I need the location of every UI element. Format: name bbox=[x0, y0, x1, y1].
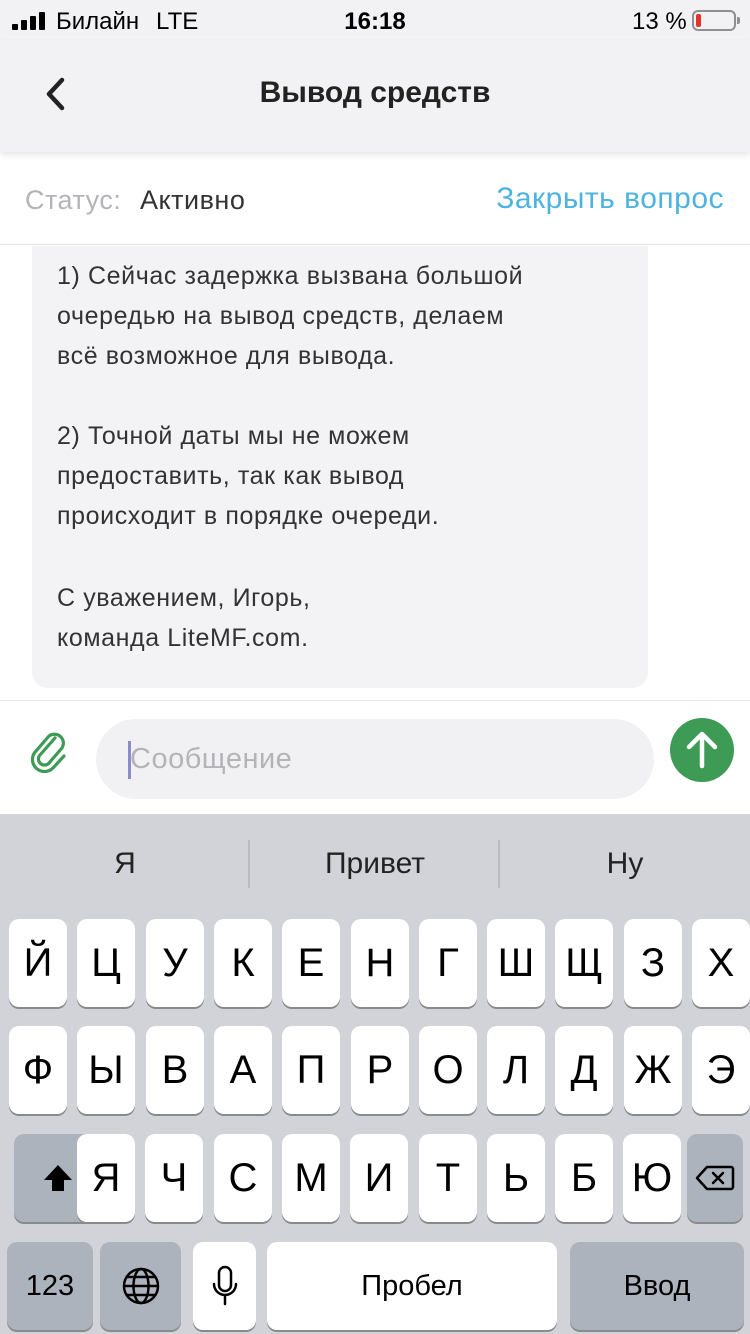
key-У[interactable]: У bbox=[146, 919, 204, 1007]
key-Ш[interactable]: Ш bbox=[487, 919, 545, 1007]
space-key[interactable]: Пробел bbox=[267, 1242, 557, 1330]
send-button[interactable] bbox=[670, 718, 734, 782]
message-placeholder: Сообщение bbox=[130, 743, 293, 775]
backspace-icon bbox=[695, 1165, 735, 1191]
shift-icon bbox=[43, 1165, 72, 1191]
status-value: Активно bbox=[140, 185, 246, 215]
key-Щ[interactable]: Щ bbox=[555, 919, 613, 1007]
key-Ь[interactable]: Ь bbox=[487, 1134, 545, 1222]
key-Ж[interactable]: Ж bbox=[624, 1026, 682, 1114]
message-list[interactable]: 1) Сейчас задержка вызвана большой очере… bbox=[0, 246, 750, 700]
message-paragraph: 2) Точной даты мы не можем предоставить,… bbox=[57, 416, 439, 536]
key-Д[interactable]: Д bbox=[555, 1026, 613, 1114]
message-line: всё возможное для вывода. bbox=[57, 342, 396, 370]
key-Л[interactable]: Л bbox=[487, 1026, 545, 1114]
close-question-link[interactable]: Закрыть вопрос bbox=[496, 182, 724, 216]
message-line: происходит в порядке очереди. bbox=[57, 502, 440, 530]
key-И[interactable]: И bbox=[350, 1134, 408, 1222]
key-Й[interactable]: Й bbox=[9, 919, 67, 1007]
message-line: команда LiteMF.com. bbox=[57, 624, 309, 652]
message-line: предоставить, так как вывод bbox=[57, 462, 405, 490]
key-К[interactable]: К bbox=[214, 919, 272, 1007]
suggestion-1[interactable]: Я bbox=[0, 814, 250, 914]
page-title: Вывод средств bbox=[259, 76, 491, 109]
key-Р[interactable]: Р bbox=[351, 1026, 409, 1114]
microphone-icon bbox=[212, 1265, 237, 1306]
key-Е[interactable]: Е bbox=[282, 919, 340, 1007]
message-signature: С уважением, Игорь, команда LiteMF.com. bbox=[57, 578, 311, 658]
key-З[interactable]: З bbox=[624, 919, 682, 1007]
message-line: С уважением, Игорь, bbox=[57, 584, 311, 612]
keyboard: Я Привет Ну 123 Пробел Ввод ЙЦУКЕНГШЩ З … bbox=[0, 814, 750, 1334]
battery-cap bbox=[737, 17, 740, 24]
globe-icon bbox=[122, 1267, 159, 1305]
message-input[interactable]: Сообщение bbox=[96, 719, 654, 799]
key-Ч[interactable]: Ч bbox=[145, 1134, 203, 1222]
key-Я[interactable]: Я bbox=[77, 1134, 135, 1222]
status-label: Статус: bbox=[25, 185, 122, 215]
battery-icon bbox=[692, 10, 736, 31]
message-line: 2) Точной даты мы не можем bbox=[57, 422, 410, 450]
delete-key[interactable] bbox=[687, 1134, 743, 1222]
return-key[interactable]: Ввод bbox=[570, 1242, 744, 1330]
key-Г[interactable]: Г bbox=[419, 919, 477, 1007]
key-Н[interactable]: Н bbox=[351, 919, 409, 1007]
suggestion-3[interactable]: Ну bbox=[500, 814, 750, 914]
message-line: 1) Сейчас задержка вызвана большой bbox=[57, 262, 524, 290]
key-О[interactable]: О bbox=[419, 1026, 477, 1114]
key-В[interactable]: В bbox=[146, 1026, 204, 1114]
key-Ы[interactable]: Ы bbox=[77, 1026, 135, 1114]
ticket-status-row: Статус: Активно Закрыть вопрос bbox=[0, 152, 750, 245]
key-Б[interactable]: Б bbox=[555, 1134, 613, 1222]
key-Х[interactable]: Х bbox=[692, 919, 750, 1007]
key-С[interactable]: С bbox=[214, 1134, 272, 1222]
key-Ф[interactable]: Ф bbox=[9, 1026, 67, 1114]
attach-button[interactable] bbox=[28, 729, 70, 775]
key-Т[interactable]: Т bbox=[419, 1134, 477, 1222]
arrow-up-icon bbox=[686, 731, 718, 769]
numbers-key[interactable]: 123 bbox=[7, 1242, 93, 1330]
message-bubble: 1) Сейчас задержка вызвана большой очере… bbox=[32, 246, 648, 688]
message-composer: Сообщение bbox=[0, 700, 750, 814]
key-Ц[interactable]: Ц bbox=[77, 919, 135, 1007]
key-Ю[interactable]: Ю bbox=[623, 1134, 681, 1222]
key-А[interactable]: А bbox=[214, 1026, 272, 1114]
key-Э[interactable]: Э bbox=[692, 1026, 750, 1114]
globe-key[interactable] bbox=[100, 1242, 181, 1330]
message-paragraph: 1) Сейчас задержка вызвана большой очере… bbox=[57, 256, 523, 376]
paperclip-icon bbox=[30, 732, 66, 774]
suggestion-2[interactable]: Привет bbox=[250, 814, 500, 914]
battery-percent: 13 % bbox=[632, 8, 687, 35]
message-line: очередью на вывод средств, делаем bbox=[57, 302, 505, 330]
key-П[interactable]: П bbox=[282, 1026, 340, 1114]
status-bar: Билайн LTE 16:18 13 % bbox=[0, 0, 750, 40]
navigation-bar: Вывод средств bbox=[0, 40, 750, 152]
battery-level-fill bbox=[696, 14, 701, 27]
key-М[interactable]: М bbox=[282, 1134, 340, 1222]
microphone-key[interactable] bbox=[193, 1242, 256, 1330]
